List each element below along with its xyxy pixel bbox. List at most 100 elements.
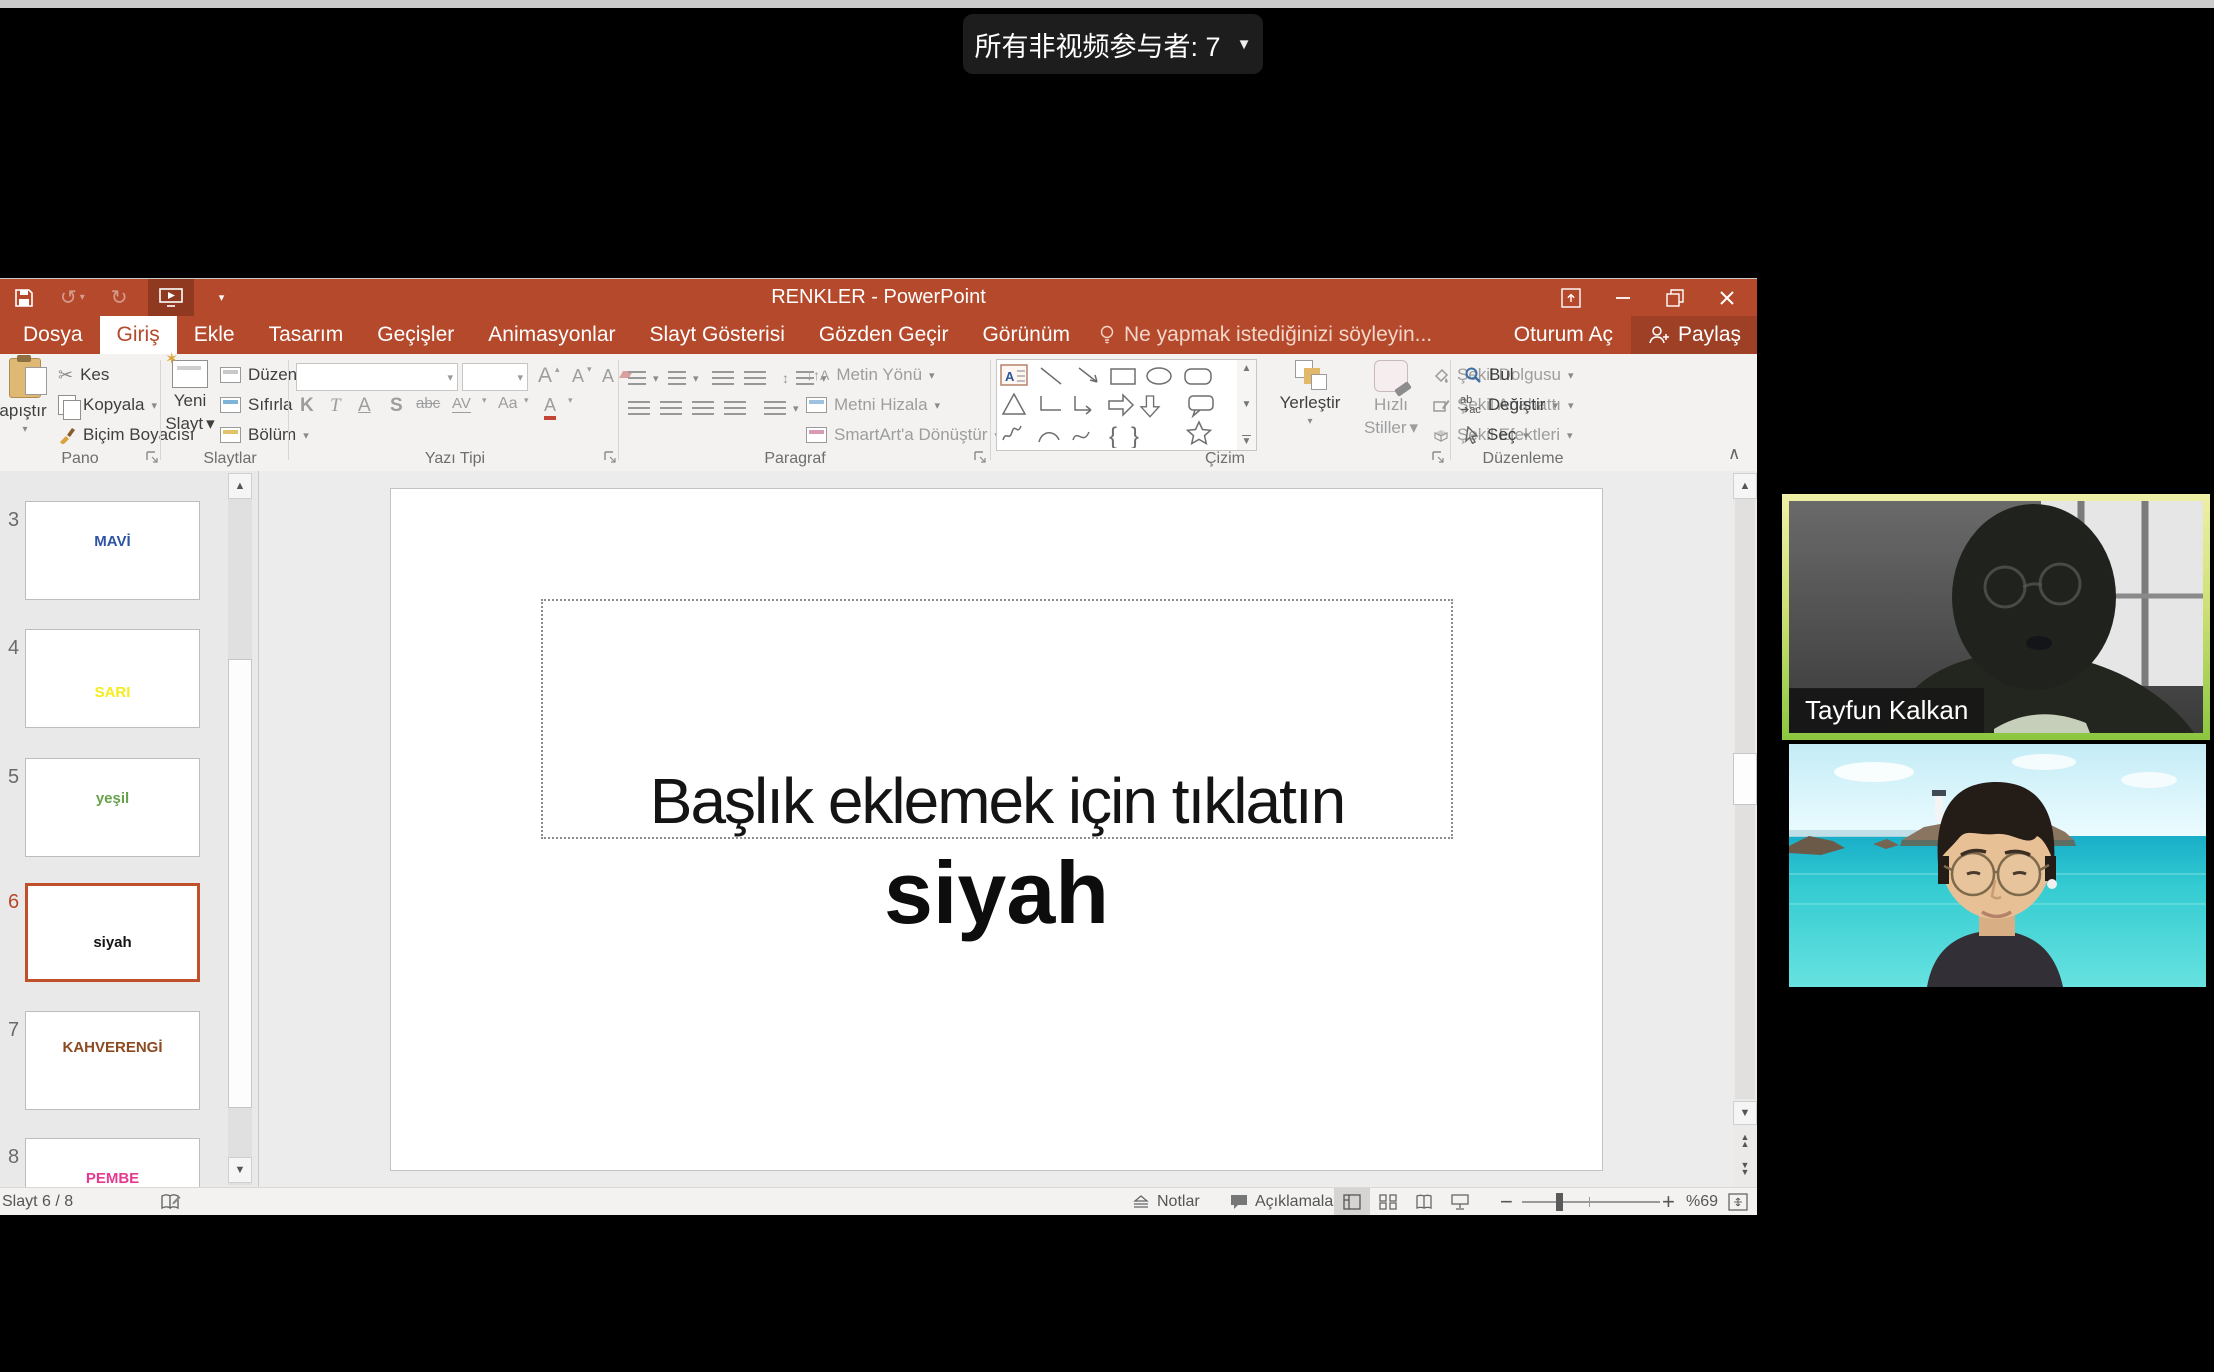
character-spacing-button[interactable]: AV: [452, 395, 471, 413]
zoom-slider[interactable]: [1522, 1188, 1660, 1215]
align-right-button[interactable]: [692, 395, 714, 421]
tab-animasyonlar[interactable]: Animasyonlar: [471, 316, 632, 354]
quick-styles-button[interactable]: Hızlı Stiller▾: [1356, 360, 1426, 438]
align-left-button[interactable]: [628, 395, 650, 421]
new-slide-button[interactable]: Yeni Slayt▾: [166, 360, 214, 434]
clear-formatting-button[interactable]: A: [602, 363, 631, 389]
shapes-gallery[interactable]: A: [996, 359, 1238, 451]
pano-dialog-launcher-icon[interactable]: [146, 451, 159, 464]
find-button[interactable]: Bul: [1464, 362, 1514, 388]
tab-tasarim[interactable]: Tasarım: [252, 316, 361, 354]
replace-button[interactable]: ab➔ac Değiştir ▾: [1460, 392, 1558, 418]
columns-button[interactable]: ▾: [764, 395, 799, 421]
tab-gozden-gecir[interactable]: Gözden Geçir: [802, 316, 966, 354]
minimize-icon[interactable]: [1597, 279, 1649, 316]
normal-view-icon[interactable]: [1334, 1188, 1370, 1215]
zoom-level[interactable]: %69: [1686, 1188, 1718, 1215]
previous-slide-icon[interactable]: ▲▲: [1733, 1129, 1757, 1153]
next-slide-icon[interactable]: ▼▼: [1733, 1157, 1757, 1181]
notes-button[interactable]: Notlar: [1132, 1188, 1200, 1215]
tab-gorunum[interactable]: Görünüm: [965, 316, 1087, 354]
spell-check-icon[interactable]: [160, 1188, 182, 1215]
font-color-button[interactable]: A: [544, 395, 556, 420]
video-tile-active-speaker[interactable]: Tayfun Kalkan: [1782, 494, 2210, 740]
decrease-indent-button[interactable]: [712, 365, 734, 391]
scroll-up-icon[interactable]: ▲: [228, 473, 252, 499]
select-button[interactable]: Seç ▾: [1464, 422, 1529, 448]
numbering-button[interactable]: ▾: [668, 365, 699, 391]
yazi-tipi-dialog-launcher-icon[interactable]: [604, 451, 617, 464]
tell-me-box[interactable]: Ne yapmak istediğinizi söyleyin...: [1099, 316, 1432, 354]
section-button[interactable]: Bölüm ▾: [220, 422, 309, 448]
save-icon[interactable]: [8, 283, 40, 313]
slide-thumbnail-7[interactable]: KAHVERENGİ: [25, 1011, 200, 1110]
justify-button[interactable]: [724, 395, 746, 421]
smartart-button[interactable]: SmartArt'a Dönüştür ▾: [806, 422, 1000, 448]
tab-dosya[interactable]: Dosya: [6, 316, 100, 354]
font-name-combo[interactable]: ▾: [296, 363, 458, 391]
reading-view-icon[interactable]: [1406, 1188, 1442, 1215]
close-icon[interactable]: [1701, 279, 1753, 316]
chevron-down-icon[interactable]: ▾: [482, 395, 487, 406]
text-direction-button[interactable]: ↓↑A Metin Yönü ▾: [806, 362, 935, 388]
gallery-down-icon[interactable]: ▼: [1242, 399, 1252, 410]
comments-button[interactable]: Açıklamalar: [1230, 1188, 1339, 1215]
bold-button[interactable]: K: [300, 395, 314, 417]
tab-ekle[interactable]: Ekle: [177, 316, 252, 354]
grow-font-button[interactable]: A▴: [538, 363, 560, 389]
slide-sorter-view-icon[interactable]: [1370, 1188, 1406, 1215]
cizim-dialog-launcher-icon[interactable]: [1432, 451, 1445, 464]
editor-scrollbar-thumb[interactable]: [1733, 753, 1757, 805]
zoom-in-icon[interactable]: +: [1662, 1188, 1675, 1215]
slideshow-view-icon[interactable]: [1442, 1188, 1478, 1215]
chevron-down-icon[interactable]: ▾: [524, 395, 529, 406]
paste-button[interactable]: Yapıştır ▾: [0, 358, 50, 435]
share-button[interactable]: Paylaş: [1631, 316, 1757, 354]
chevron-down-icon[interactable]: ▾: [568, 395, 573, 406]
shrink-font-button[interactable]: A▾: [572, 363, 592, 389]
editor-scrollbar[interactable]: ▲ ▼ ▲▲ ▼▼: [1733, 471, 1757, 1187]
thumbnail-scrollbar[interactable]: ▲ ▼: [228, 473, 252, 1185]
qat-customize-icon[interactable]: ▾: [208, 283, 236, 313]
slide-thumbnail-6-selected[interactable]: siyah: [25, 883, 200, 982]
zoom-slider-track[interactable]: [1522, 1201, 1660, 1203]
align-center-button[interactable]: [660, 395, 682, 421]
redo-icon[interactable]: ↻: [105, 283, 134, 313]
sign-in-button[interactable]: Oturum Aç: [1496, 316, 1631, 354]
copy-button[interactable]: Kopyala ▾: [58, 392, 157, 418]
participants-dropdown[interactable]: 所有非视频参与者: 7 ▼: [963, 14, 1263, 74]
zoom-slider-thumb[interactable]: [1556, 1193, 1563, 1211]
font-size-combo[interactable]: ▾: [462, 363, 528, 391]
shapes-gallery-scrollbar[interactable]: ▲ ▼ ▼: [1237, 359, 1257, 451]
gallery-more-icon[interactable]: ▼: [1242, 435, 1252, 447]
thumbnail-scrollbar-thumb[interactable]: [228, 659, 252, 1108]
title-placeholder[interactable]: Başlık eklemek için tıklatın: [541, 599, 1453, 839]
scroll-down-icon[interactable]: ▼: [1733, 1101, 1757, 1125]
tab-slayt-gosterisi[interactable]: Slayt Gösterisi: [633, 316, 802, 354]
scroll-down-icon[interactable]: ▼: [228, 1157, 252, 1183]
collapse-ribbon-icon[interactable]: ∧: [1728, 444, 1740, 464]
cut-button[interactable]: ✂ Kes: [58, 362, 109, 388]
ribbon-display-options-icon[interactable]: [1545, 279, 1597, 316]
slide-body-text[interactable]: siyah: [391, 849, 1602, 937]
underline-button[interactable]: A: [358, 395, 371, 417]
fit-to-window-icon[interactable]: [1728, 1188, 1748, 1215]
text-strike-abc-button[interactable]: abc: [416, 395, 440, 412]
gallery-up-icon[interactable]: ▲: [1242, 363, 1252, 374]
undo-icon[interactable]: ↺▾: [54, 283, 91, 313]
strikethrough-button[interactable]: S: [390, 395, 403, 417]
slide-thumbnail-3[interactable]: MAVİ: [25, 501, 200, 600]
scroll-up-icon[interactable]: ▲: [1733, 473, 1757, 499]
change-case-button[interactable]: Aa: [498, 395, 518, 413]
paragraf-dialog-launcher-icon[interactable]: [974, 451, 987, 464]
slide-thumbnail-5[interactable]: yeşil: [25, 758, 200, 857]
slide-thumbnail-4[interactable]: SARI: [25, 629, 200, 728]
tab-gecisler[interactable]: Geçişler: [360, 316, 471, 354]
reset-button[interactable]: Sıfırla: [220, 392, 292, 418]
slide-canvas[interactable]: Başlık eklemek için tıklatın siyah: [390, 488, 1603, 1171]
increase-indent-button[interactable]: [744, 365, 766, 391]
align-text-button[interactable]: Metni Hizala ▾: [806, 392, 940, 418]
video-tile-participant[interactable]: [1789, 744, 2206, 987]
slide-thumbnail-8[interactable]: PEMBE: [25, 1138, 200, 1187]
arrange-button[interactable]: Yerleştir ▾: [1266, 360, 1354, 427]
